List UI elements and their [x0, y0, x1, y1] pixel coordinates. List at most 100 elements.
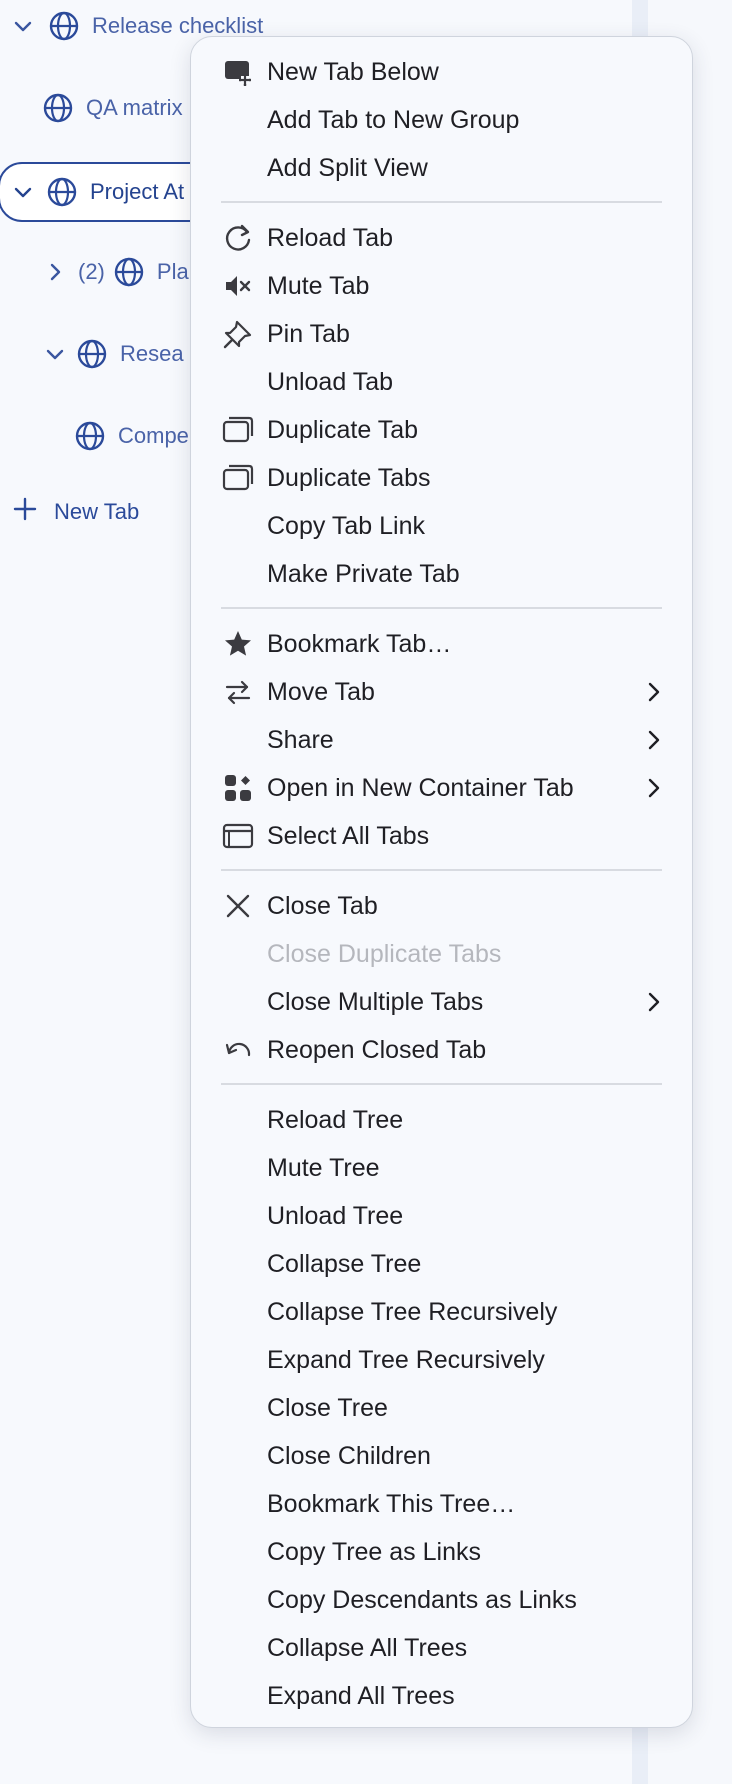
- menu-item-copy-tab-link[interactable]: Copy Tab Link: [191, 504, 692, 548]
- menu-item-copy-tree-as-links[interactable]: Copy Tree as Links: [191, 1530, 692, 1574]
- chevron-down-icon[interactable]: [10, 13, 36, 39]
- menu-item-close-multiple-tabs[interactable]: Close Multiple Tabs: [191, 980, 692, 1024]
- menu-item-duplicate-tab[interactable]: Duplicate Tab: [191, 408, 692, 452]
- menu-item-bookmark-this-tree[interactable]: Bookmark This Tree…: [191, 1482, 692, 1526]
- tree-item-pla[interactable]: (2) Pla: [42, 252, 189, 292]
- menu-item-label: Close Children: [267, 1441, 431, 1470]
- menu-separator: [221, 607, 662, 609]
- pin-icon: [221, 317, 255, 351]
- menu-item-make-private-tab[interactable]: Make Private Tab: [191, 552, 692, 596]
- menu-item-label: Unload Tree: [267, 1201, 404, 1230]
- duplicate-icon: [221, 461, 255, 495]
- tree-item-label: Compe: [118, 423, 189, 448]
- chevron-down-icon[interactable]: [10, 179, 36, 205]
- menu-item-close-tab[interactable]: Close Tab: [191, 884, 692, 928]
- menu-item-label: Add Split View: [267, 153, 428, 182]
- menu-item-label: Collapse All Trees: [267, 1633, 468, 1662]
- menu-item-duplicate-tabs[interactable]: Duplicate Tabs: [191, 456, 692, 500]
- menu-item-close-tree[interactable]: Close Tree: [191, 1386, 692, 1430]
- menu-item-label: Duplicate Tab: [267, 415, 419, 444]
- menu-item-label: Copy Descendants as Links: [267, 1585, 577, 1614]
- menu-item-move-tab[interactable]: Move Tab: [191, 670, 692, 714]
- menu-item-label: Duplicate Tabs: [267, 463, 431, 492]
- menu-item-mute-tree[interactable]: Mute Tree: [191, 1146, 692, 1190]
- chevron-right-icon[interactable]: [42, 259, 68, 285]
- new-tab-label: New Tab: [54, 499, 140, 524]
- globe-icon: [44, 174, 80, 210]
- tree-item-label: Resea: [120, 341, 184, 366]
- menu-separator: [221, 201, 662, 203]
- menu-item-unload-tree[interactable]: Unload Tree: [191, 1194, 692, 1238]
- menu-item-label: Reload Tree: [267, 1105, 404, 1134]
- new-tab-button[interactable]: New Tab: [12, 492, 139, 532]
- menu-item-label: Add Tab to New Group: [267, 105, 520, 134]
- menu-item-share[interactable]: Share: [191, 718, 692, 762]
- reload-icon: [221, 221, 255, 255]
- menu-item-pin-tab[interactable]: Pin Tab: [191, 312, 692, 356]
- menu-item-label: Bookmark This Tree…: [267, 1489, 516, 1518]
- menu-item-bookmark-tab[interactable]: Bookmark Tab…: [191, 622, 692, 666]
- menu-item-reload-tree[interactable]: Reload Tree: [191, 1098, 692, 1142]
- menu-item-label: Open in New Container Tab: [267, 773, 574, 802]
- menu-item-open-in-container[interactable]: Open in New Container Tab: [191, 766, 692, 810]
- chevron-right-icon: [644, 990, 664, 1014]
- menu-item-close-duplicate-tabs: Close Duplicate Tabs: [191, 932, 692, 976]
- globe-icon: [111, 254, 147, 290]
- chevron-right-icon: [644, 680, 664, 704]
- menu-item-label: Share: [267, 725, 334, 754]
- close-icon: [221, 889, 255, 923]
- tree-item-label: Pla: [156, 259, 189, 284]
- menu-item-label: Make Private Tab: [267, 559, 460, 588]
- menu-separator: [221, 1083, 662, 1085]
- window-tabs-icon: [221, 819, 255, 853]
- menu-item-label: Collapse Tree Recursively: [267, 1297, 558, 1326]
- child-count-badge: (2): [78, 259, 105, 284]
- menu-item-label: Reload Tab: [267, 223, 394, 252]
- tree-item-label: Project At: [90, 179, 185, 204]
- chevron-down-icon[interactable]: [42, 341, 68, 367]
- menu-item-label: Mute Tab: [267, 271, 370, 300]
- plus-icon: [12, 496, 38, 528]
- menu-item-label: Close Tree: [267, 1393, 388, 1422]
- menu-item-label: Expand All Trees: [267, 1681, 455, 1710]
- menu-item-reopen-closed-tab[interactable]: Reopen Closed Tab: [191, 1028, 692, 1072]
- menu-item-collapse-tree[interactable]: Collapse Tree: [191, 1242, 692, 1286]
- menu-item-label: Unload Tab: [267, 367, 394, 396]
- menu-item-label: Bookmark Tab…: [267, 629, 452, 658]
- mute-icon: [221, 269, 255, 303]
- globe-icon: [46, 8, 82, 44]
- menu-item-unload-tab[interactable]: Unload Tab: [191, 360, 692, 404]
- tree-item-resea[interactable]: Resea: [42, 334, 184, 374]
- tree-item-compe[interactable]: Compe: [72, 416, 189, 456]
- menu-item-add-tab-to-new-group[interactable]: Add Tab to New Group: [191, 98, 692, 142]
- menu-item-label: New Tab Below: [267, 57, 439, 86]
- menu-item-label: Expand Tree Recursively: [267, 1345, 545, 1374]
- star-icon: [221, 627, 255, 661]
- globe-icon: [40, 90, 76, 126]
- tab-context-menu: New Tab Below Add Tab to New Group Add S…: [190, 36, 693, 1728]
- menu-item-select-all-tabs[interactable]: Select All Tabs: [191, 814, 692, 858]
- menu-item-add-split-view[interactable]: Add Split View: [191, 146, 692, 190]
- menu-item-expand-tree-recursively[interactable]: Expand Tree Recursively: [191, 1338, 692, 1382]
- menu-item-copy-descendants-as-links[interactable]: Copy Descendants as Links: [191, 1578, 692, 1622]
- container-grid-icon: [221, 771, 255, 805]
- menu-item-new-tab-below[interactable]: New Tab Below: [191, 50, 692, 94]
- menu-item-collapse-all-trees[interactable]: Collapse All Trees: [191, 1626, 692, 1670]
- menu-item-label: Copy Tab Link: [267, 511, 425, 540]
- menu-item-label: Collapse Tree: [267, 1249, 422, 1278]
- menu-item-label: Close Multiple Tabs: [267, 987, 484, 1016]
- menu-item-collapse-tree-recursively[interactable]: Collapse Tree Recursively: [191, 1290, 692, 1334]
- menu-item-label: Move Tab: [267, 677, 375, 706]
- globe-icon: [74, 336, 110, 372]
- menu-item-label: Pin Tab: [267, 319, 350, 348]
- tree-item-qa-matrix[interactable]: QA matrix: [40, 88, 183, 128]
- menu-item-expand-all-trees[interactable]: Expand All Trees: [191, 1674, 692, 1718]
- globe-icon: [72, 418, 108, 454]
- chevron-right-icon: [644, 776, 664, 800]
- tree-item-label: QA matrix: [86, 95, 183, 120]
- menu-item-label: Copy Tree as Links: [267, 1537, 481, 1566]
- undo-icon: [221, 1033, 255, 1067]
- menu-item-mute-tab[interactable]: Mute Tab: [191, 264, 692, 308]
- menu-item-reload-tab[interactable]: Reload Tab: [191, 216, 692, 260]
- menu-item-close-children[interactable]: Close Children: [191, 1434, 692, 1478]
